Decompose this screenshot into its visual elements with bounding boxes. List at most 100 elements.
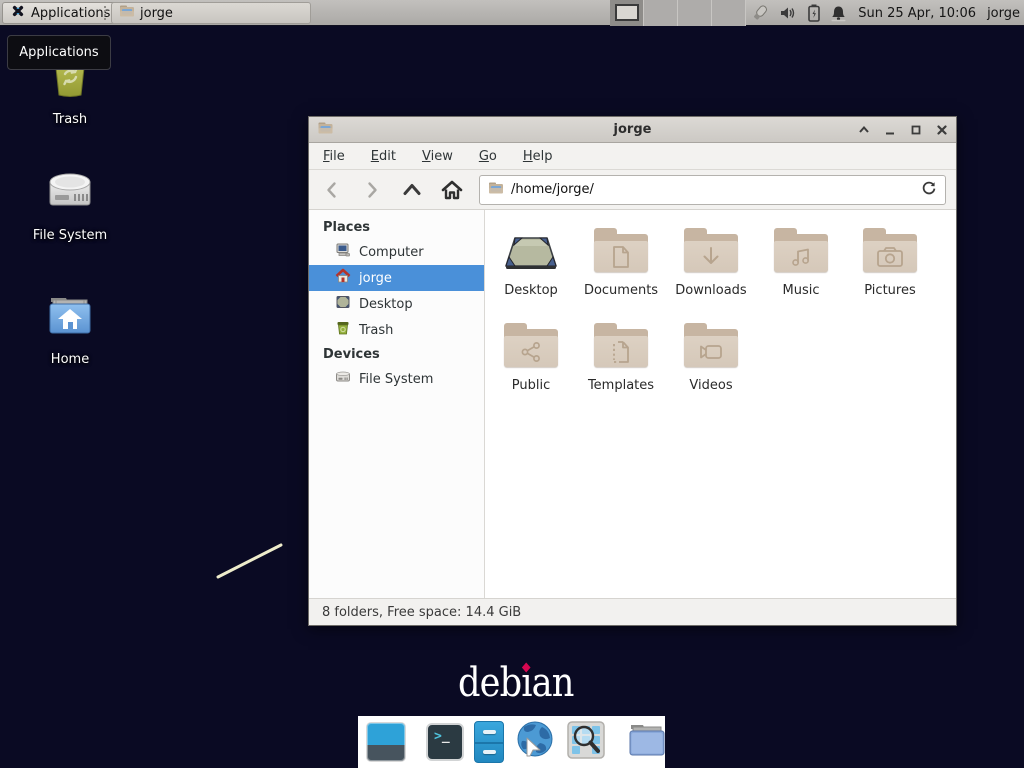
minimize-button[interactable] — [884, 124, 896, 136]
terminal-launcher[interactable]: >_ — [426, 723, 464, 761]
folder-launcher[interactable] — [626, 721, 668, 763]
applications-menu-button[interactable]: Applications — [2, 2, 118, 24]
computer-icon — [335, 242, 351, 262]
sidebar-header-devices: Devices — [309, 343, 484, 366]
menu-go[interactable]: Go — [479, 149, 497, 164]
file-cabinet-icon — [474, 721, 504, 763]
applications-tooltip: Applications — [7, 35, 111, 70]
top-panel: Applications jorge — [0, 0, 1024, 26]
file-manager-launcher[interactable] — [474, 721, 504, 763]
folder-icon — [488, 180, 504, 200]
home-button[interactable] — [439, 177, 465, 203]
show-desktop-button[interactable] — [366, 722, 406, 762]
hard-disk-icon — [335, 369, 351, 389]
file-item-label: Desktop — [504, 283, 558, 298]
debian-logo-post: an — [532, 660, 574, 706]
trash-icon — [335, 320, 351, 340]
reload-icon[interactable] — [921, 180, 937, 200]
shade-button[interactable] — [858, 124, 870, 136]
web-browser-launcher[interactable] — [514, 719, 556, 765]
back-button[interactable] — [319, 177, 345, 203]
dock: >_ — [358, 716, 665, 768]
sidebar-item-label: Trash — [359, 323, 393, 338]
notification-bell-icon[interactable] — [830, 4, 847, 23]
panel-grip-handle[interactable] — [104, 6, 107, 20]
menu-view[interactable]: View — [422, 149, 453, 164]
workspace-1[interactable] — [610, 0, 644, 26]
file-item-documents[interactable]: Documents — [576, 226, 666, 298]
sidebar-item-file-system[interactable]: File System — [309, 366, 484, 392]
workspace-window-thumb — [615, 4, 639, 21]
videos-folder-icon — [683, 321, 739, 369]
show-desktop-icon — [366, 722, 406, 762]
applications-label: Applications — [31, 6, 110, 21]
sidebar-item-trash[interactable]: Trash — [309, 317, 484, 343]
toolbar: /home/jorge/ — [309, 170, 956, 210]
battery-charging-icon[interactable] — [807, 3, 821, 23]
forward-button[interactable] — [359, 177, 385, 203]
file-item-videos[interactable]: Videos — [666, 321, 756, 393]
sidebar-item-jorge[interactable]: jorge — [309, 265, 484, 291]
close-button[interactable] — [936, 124, 948, 136]
file-item-label: Pictures — [864, 283, 915, 298]
music-folder-icon — [773, 226, 829, 274]
desktop-icon-home[interactable]: Home — [20, 290, 120, 367]
desktop-icon-label: Home — [51, 352, 89, 367]
workspace-4[interactable] — [712, 0, 746, 26]
path-text[interactable]: /home/jorge/ — [511, 182, 594, 197]
desktop-icon-label: Trash — [53, 112, 87, 127]
documents-folder-icon — [593, 226, 649, 274]
downloads-folder-icon — [683, 226, 739, 274]
taskbar-window-button[interactable]: jorge — [111, 2, 311, 24]
templates-folder-icon — [593, 321, 649, 369]
desktop-stray-line — [205, 538, 290, 583]
file-item-label: Documents — [584, 283, 658, 298]
globe-browser-icon — [514, 719, 556, 765]
file-item-label: Templates — [588, 378, 654, 393]
applications-icon — [10, 3, 26, 23]
debian-logo-text: debıan — [458, 660, 574, 706]
terminal-icon: >_ — [426, 723, 464, 761]
sidebar-item-computer[interactable]: Computer — [309, 239, 484, 265]
sidebar-item-label: Computer — [359, 245, 424, 260]
sidebar-item-label: jorge — [359, 271, 392, 286]
file-item-public[interactable]: Public — [486, 321, 576, 393]
panel-username[interactable]: jorge — [987, 0, 1020, 26]
mouse-icon[interactable] — [750, 3, 770, 23]
folder-icon — [626, 721, 668, 763]
menu-file[interactable]: File — [323, 149, 345, 164]
workspace-3[interactable] — [678, 0, 712, 26]
desktop-icon-file-system[interactable]: File System — [20, 166, 120, 243]
maximize-button[interactable] — [910, 124, 922, 136]
up-button[interactable] — [399, 177, 425, 203]
sidebar: Places Computer — [309, 210, 485, 598]
hard-disk-icon — [44, 166, 96, 220]
file-item-desktop[interactable]: Desktop — [486, 226, 576, 298]
menu-help[interactable]: Help — [523, 149, 553, 164]
workspace-2[interactable] — [644, 0, 678, 26]
file-item-pictures[interactable]: Pictures — [845, 226, 935, 298]
path-bar[interactable]: /home/jorge/ — [479, 175, 946, 205]
sidebar-item-desktop[interactable]: Desktop — [309, 291, 484, 317]
file-item-music[interactable]: Music — [756, 226, 846, 298]
application-finder-launcher[interactable] — [566, 720, 606, 764]
sidebar-item-label: File System — [359, 372, 433, 387]
file-list-view[interactable]: Desktop Documents Download — [485, 210, 956, 598]
sidebar-item-label: Desktop — [359, 297, 413, 312]
home-icon — [335, 268, 351, 288]
desktop-special-icon — [503, 226, 559, 274]
pictures-folder-icon — [862, 226, 918, 274]
desktop-icon-label: File System — [33, 228, 107, 243]
menu-edit[interactable]: Edit — [371, 149, 396, 164]
file-item-templates[interactable]: Templates — [576, 321, 666, 393]
debian-logo-pre: deb — [458, 660, 521, 706]
titlebar[interactable]: jorge — [309, 117, 956, 143]
volume-icon[interactable] — [779, 4, 798, 22]
file-manager-window: jorge File Edit View Go Help — [308, 116, 957, 626]
file-item-label: Videos — [689, 378, 732, 393]
taskbar-window-label: jorge — [140, 6, 173, 21]
panel-clock[interactable]: Sun 25 Apr, 10:06 — [858, 0, 976, 26]
menubar: File Edit View Go Help — [309, 143, 956, 170]
file-item-downloads[interactable]: Downloads — [666, 226, 756, 298]
file-item-label: Downloads — [675, 283, 746, 298]
